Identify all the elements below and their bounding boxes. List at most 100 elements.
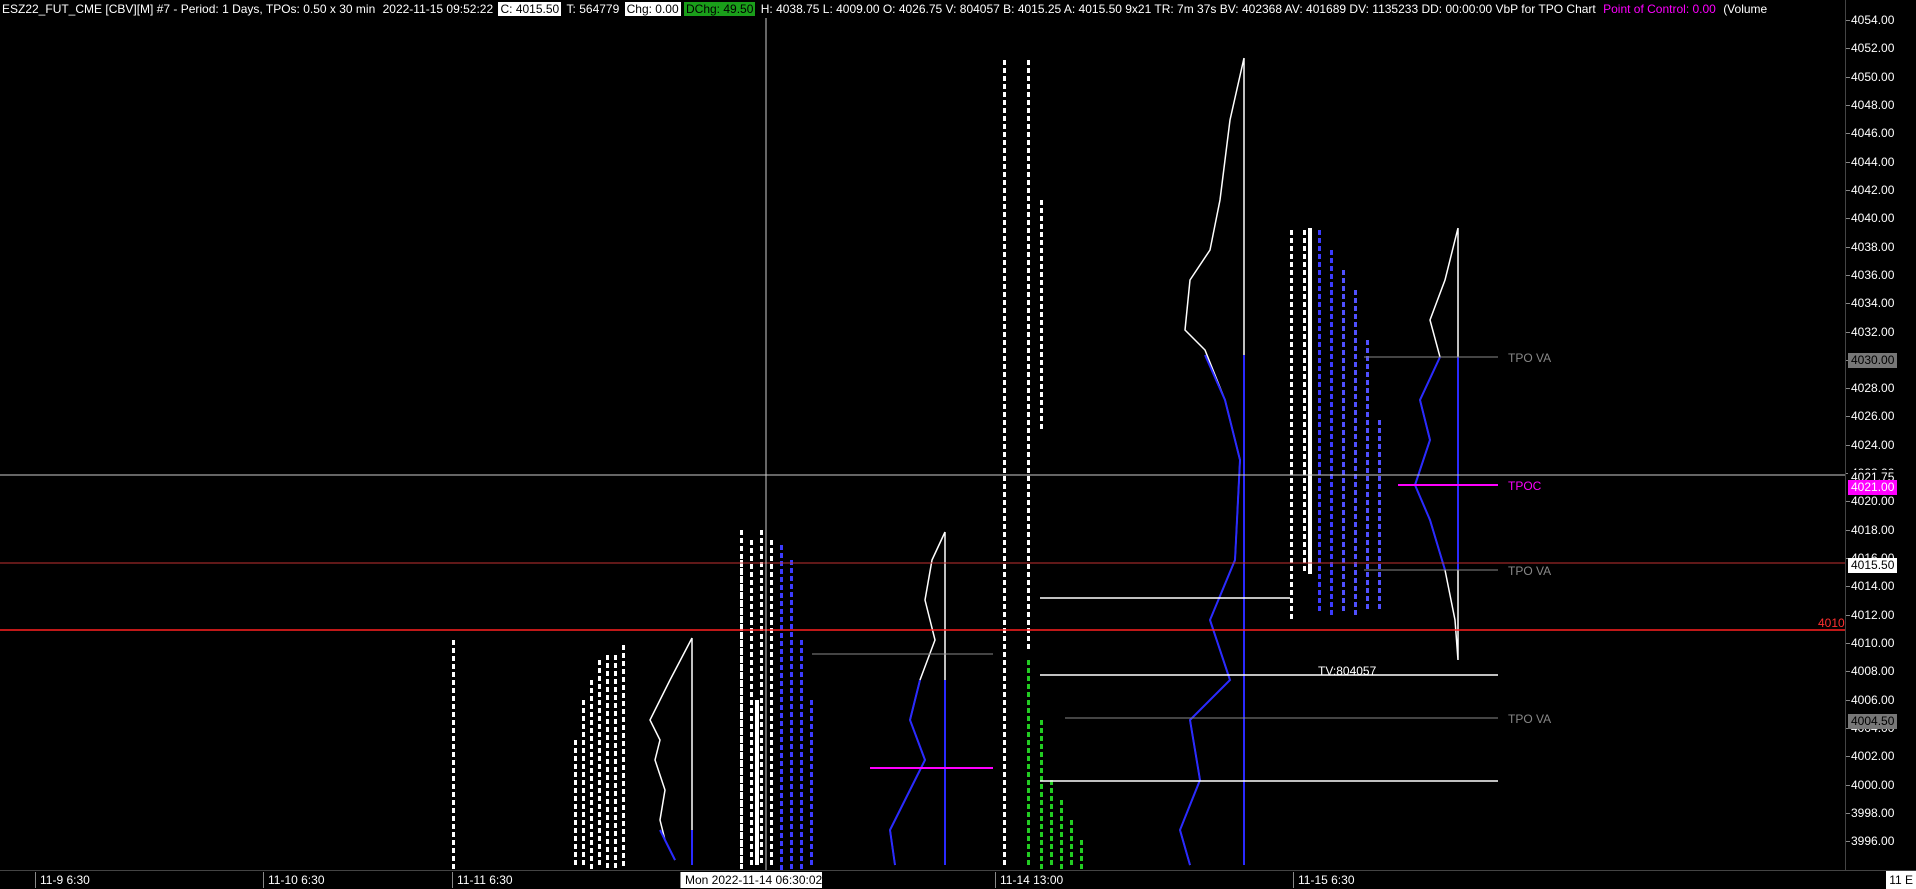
tpo-mark — [1366, 540, 1369, 545]
tpo-mark — [1027, 460, 1030, 465]
tpo-mark — [622, 749, 625, 754]
tpo-mark — [1040, 328, 1043, 333]
tpo-mark — [590, 712, 593, 717]
tpo-mark — [1378, 492, 1381, 497]
tpo-mark — [1303, 270, 1306, 275]
tpo-mark — [1027, 292, 1030, 297]
tpo-mark — [606, 767, 609, 772]
tpo-mark — [1354, 346, 1357, 351]
tpo-mark — [1378, 436, 1381, 441]
tpo-mark — [770, 804, 773, 809]
tpo-mark — [1330, 490, 1333, 495]
tpo-mark — [598, 828, 601, 833]
tpo-mark — [598, 772, 601, 777]
tpo-mark — [1027, 68, 1030, 73]
tpo-mark — [1003, 316, 1006, 321]
tpo-mark — [582, 772, 585, 777]
tpo-mark — [614, 743, 617, 748]
tpo-mark — [750, 772, 753, 777]
tpo-mark — [1027, 340, 1030, 345]
tpo-mark — [1366, 548, 1369, 553]
tpo-mark — [1003, 572, 1006, 577]
tpo-mark — [1003, 556, 1006, 561]
tpo-mark — [452, 856, 455, 861]
tpo-mark — [1303, 262, 1306, 267]
tpo-mark — [1027, 524, 1030, 529]
tpo-mark — [780, 857, 783, 862]
tpo-mark — [574, 756, 577, 761]
tpo-mark — [1027, 700, 1030, 705]
tpo-mark — [1003, 140, 1006, 145]
tpo-mark — [1290, 342, 1293, 347]
tpo-mark — [740, 704, 743, 709]
tpo-mark — [1330, 298, 1333, 303]
tpo-mark — [606, 791, 609, 796]
tpo-mark — [1366, 508, 1369, 513]
tpo-mark — [740, 616, 743, 621]
tpo-mark — [614, 695, 617, 700]
price-axis[interactable]: 4054.00 4052.00 4050.00 4048.00 4046.00 4044.… — [1845, 0, 1916, 888]
time-label: 11-11 6:30 — [452, 872, 513, 888]
tpo-mark — [1342, 358, 1345, 363]
tpo-mark — [1027, 316, 1030, 321]
tpo-mark — [1040, 288, 1043, 293]
tpo-mark — [1003, 484, 1006, 489]
tpo-mark — [1366, 500, 1369, 505]
tpoc-label: TPOC — [1508, 479, 1542, 493]
tpo-mark — [1330, 346, 1333, 351]
tpo-mark — [1027, 660, 1030, 665]
tpo-mark — [1342, 278, 1345, 283]
tpo-mark — [598, 780, 601, 785]
price-profile-day4 — [1179, 57, 1245, 866]
tpo-mark — [1330, 434, 1333, 439]
tpo-mark — [606, 847, 609, 852]
tpo-mark — [1060, 800, 1063, 805]
price-tick — [1846, 784, 1850, 786]
tpo-mark — [1330, 402, 1333, 407]
tpo-mark — [1366, 372, 1369, 377]
price-profile-day5 — [1414, 227, 1459, 661]
tpo-mark — [750, 580, 753, 585]
tpo-mark — [1003, 252, 1006, 257]
time-axis[interactable]: 11-9 6:30 11-10 6:30 11-11 6:30 Mon 2022… — [0, 870, 1916, 889]
tpo-mark — [598, 812, 601, 817]
tpo-mark — [740, 648, 743, 653]
tpo-mark — [1318, 486, 1321, 491]
tpo-mark — [622, 773, 625, 778]
price-label: 4010.00 — [1851, 636, 1895, 651]
tpo-mark — [800, 736, 803, 741]
price-profile-day1 — [649, 637, 693, 865]
tpo-mark — [590, 680, 593, 685]
tpo-mark — [1003, 84, 1006, 89]
tpo-mark — [1050, 796, 1053, 801]
tpo-mark — [1290, 414, 1293, 419]
tpo-mark — [1303, 294, 1306, 299]
tpo-mark — [1330, 258, 1333, 263]
tpo-mark — [790, 824, 793, 829]
tpo-mark — [810, 796, 813, 801]
tpo-mark — [1318, 278, 1321, 283]
tpo-mark — [598, 788, 601, 793]
tpo-mark — [1290, 382, 1293, 387]
tpo-mark — [1378, 452, 1381, 457]
tpo-mark — [740, 848, 743, 853]
tpo-mark — [1354, 410, 1357, 415]
price-label: 4036.00 — [1851, 267, 1895, 282]
tpo-mark — [1354, 442, 1357, 447]
tpo-chart-area[interactable]: TPO VA TPOC TPO VA TV:804057 TPO VA 4010… — [0, 0, 1845, 870]
tpo-mark — [1027, 60, 1030, 65]
tpo-mark — [1330, 498, 1333, 503]
tpo-mark — [1318, 366, 1321, 371]
tpo-mark — [760, 826, 763, 831]
tpo-mark — [1366, 572, 1369, 577]
tpo-mark — [1003, 580, 1006, 585]
tpo-mark — [1330, 354, 1333, 359]
tpo-mark — [1354, 434, 1357, 439]
tpo-mark — [1330, 290, 1333, 295]
tpo-mark — [1290, 310, 1293, 315]
tpo-mark — [1290, 542, 1293, 547]
tpo-mark — [780, 649, 783, 654]
price-badge: 4004.50 — [1848, 713, 1898, 729]
tpo-mark — [1330, 418, 1333, 423]
tpo-mark — [1378, 548, 1381, 553]
